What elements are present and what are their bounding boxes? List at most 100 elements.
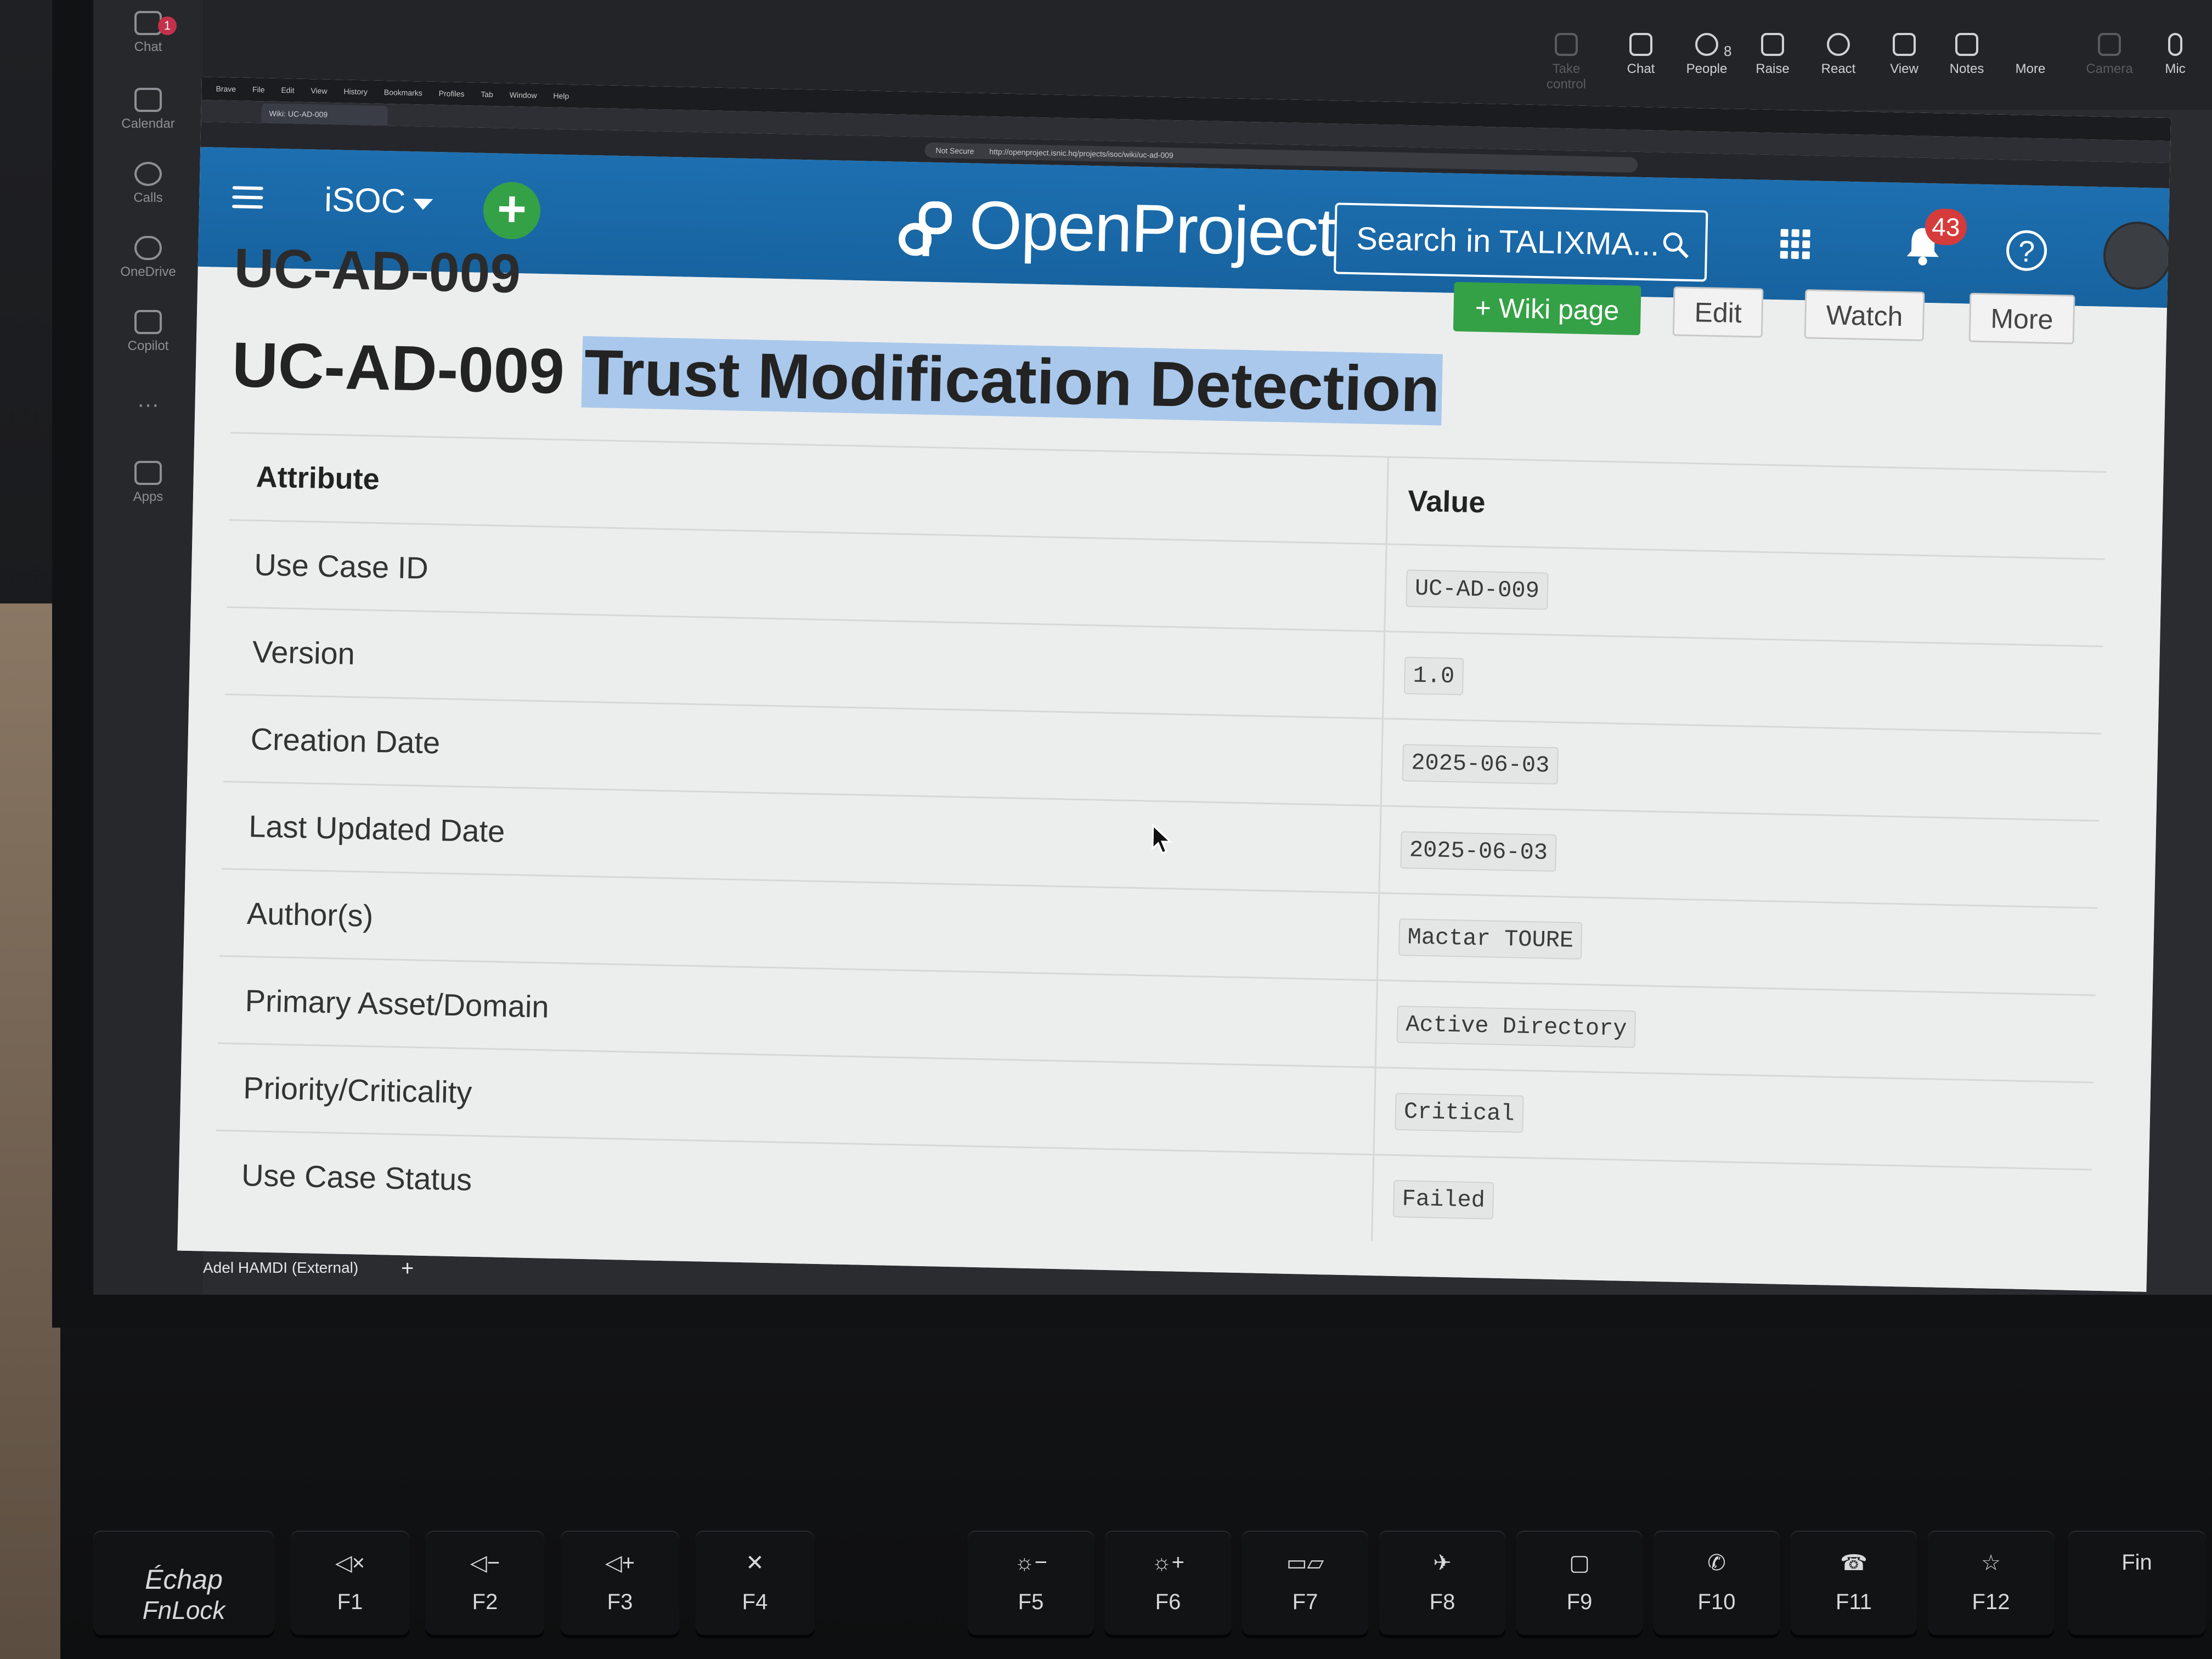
raise-hand-button[interactable]: Raise xyxy=(1742,33,1803,77)
key-f7[interactable]: ▭▱ F7 xyxy=(1242,1531,1368,1635)
more-menu-button[interactable]: More xyxy=(1968,292,2075,345)
rail-item-more[interactable]: ··· xyxy=(93,392,203,417)
shared-browser-window: Brave File Edit View History Bookmarks P… xyxy=(177,77,2171,1292)
rail-item-label: Chat xyxy=(134,40,162,54)
rail-item-onedrive[interactable]: OneDrive xyxy=(93,236,203,280)
key-f9[interactable]: ▢ F9 xyxy=(1516,1531,1643,1635)
attribute-value-cell: 2025-06-03 xyxy=(1381,718,2101,821)
menu-edit[interactable]: Edit xyxy=(281,86,294,95)
take-control-icon xyxy=(1555,33,1578,56)
user-avatar[interactable] xyxy=(2102,221,2171,291)
desk-surface xyxy=(0,603,60,1659)
attribute-value: 1.0 xyxy=(1403,657,1464,696)
key-f10[interactable]: ✆ F10 xyxy=(1654,1531,1780,1635)
attribute-value: Failed xyxy=(1392,1180,1494,1220)
key-f3[interactable]: ◁+ F3 xyxy=(561,1531,679,1635)
key-f2[interactable]: ◁− F2 xyxy=(426,1531,544,1635)
view-button[interactable]: View xyxy=(1874,33,1934,77)
presenter-name: Adel HAMDI (External) xyxy=(203,1259,359,1276)
attribute-value-cell: UC-AD-009 xyxy=(1384,544,2105,647)
menu-history[interactable]: History xyxy=(343,87,368,96)
key-f5[interactable]: ☼− F5 xyxy=(968,1531,1094,1635)
key-f8[interactable]: ✈ F8 xyxy=(1379,1531,1505,1635)
add-wiki-page-button[interactable]: + Wiki page xyxy=(1453,281,1641,336)
attribute-value-cell: Mactar TOURE xyxy=(1377,893,2098,996)
openproject-logo[interactable]: OpenProject xyxy=(895,185,1336,272)
breadcrumb-title: UC-AD-009 xyxy=(233,237,522,305)
search-icon[interactable] xyxy=(1661,230,1690,259)
menu-toggle-icon[interactable] xyxy=(232,186,263,209)
copilot-icon xyxy=(134,310,162,334)
rail-item-label: Copilot xyxy=(127,338,169,353)
security-indicator[interactable]: Not Secure xyxy=(935,146,974,155)
search-placeholder: Search in TALIXMA... xyxy=(1356,221,1660,263)
rail-item-calendar[interactable]: Calendar xyxy=(93,88,203,132)
mouse-cursor-icon xyxy=(1152,824,1173,854)
watch-button[interactable]: Watch xyxy=(1804,289,1925,341)
key-label: F2 xyxy=(472,1590,498,1614)
create-new-button[interactable]: + xyxy=(482,180,541,240)
keyboard-function-row: Échap FnLock ◁× F1 ◁− F2 ◁+ F3 ✕ F4 ☼− F5 ☼+ F… xyxy=(82,1531,2212,1659)
menu-file[interactable]: File xyxy=(252,85,265,94)
chat-button[interactable]: Chat xyxy=(1611,33,1671,77)
key-f1[interactable]: ◁× F1 xyxy=(291,1531,409,1635)
brightness-down-icon: ☼− xyxy=(1014,1550,1048,1575)
menu-view[interactable]: View xyxy=(311,86,327,95)
key-label: Fin xyxy=(2121,1550,2152,1575)
menu-tab[interactable]: Tab xyxy=(481,90,493,99)
view-icon xyxy=(1893,33,1916,56)
add-icon[interactable]: + xyxy=(401,1256,414,1280)
menu-brave[interactable]: Brave xyxy=(216,84,236,94)
attribute-value-cell: Failed xyxy=(1372,1154,2092,1256)
notes-label: Notes xyxy=(1949,61,1984,76)
brightness-up-icon: ☼+ xyxy=(1151,1550,1185,1575)
key-f12[interactable]: ☆ F12 xyxy=(1928,1531,2054,1635)
edit-button[interactable]: Edit xyxy=(1672,286,1764,338)
chat-label: Chat xyxy=(1627,61,1655,76)
mic-mute-icon: ✕ xyxy=(746,1551,764,1575)
rail-item-chat[interactable]: Chat 1 xyxy=(93,11,203,55)
global-search-input[interactable]: Search in TALIXMA... xyxy=(1333,202,1708,282)
menu-help[interactable]: Help xyxy=(553,91,569,100)
modules-grid-icon[interactable] xyxy=(1779,227,1812,261)
react-button[interactable]: React xyxy=(1808,33,1869,77)
take-control-button[interactable]: Take control xyxy=(1536,33,1596,92)
people-button[interactable]: People 8 xyxy=(1677,33,1737,77)
notifications-count-badge[interactable]: 43 xyxy=(1925,208,1967,246)
key-escape[interactable]: Échap FnLock xyxy=(93,1531,274,1635)
volume-down-icon: ◁− xyxy=(470,1551,500,1575)
help-icon[interactable]: ? xyxy=(2006,229,2047,272)
menu-bookmarks[interactable]: Bookmarks xyxy=(384,88,422,97)
menu-profiles[interactable]: Profiles xyxy=(439,89,465,98)
more-button[interactable]: More xyxy=(2000,33,2061,77)
key-f11[interactable]: ☎ F11 xyxy=(1791,1531,1917,1635)
key-f4[interactable]: ✕ F4 xyxy=(696,1531,814,1635)
menu-window[interactable]: Window xyxy=(510,91,537,100)
key-label: F11 xyxy=(1836,1590,1872,1614)
rail-item-copilot[interactable]: Copilot xyxy=(93,310,203,354)
mic-icon xyxy=(2168,33,2182,56)
star-icon: ☆ xyxy=(1981,1551,2001,1575)
wiki-content: UC-AD-009 + Wiki page Edit Watch More UC… xyxy=(177,237,2167,1292)
people-label: People xyxy=(1686,61,1728,76)
title-highlighted-text: Trust Modification Detection xyxy=(581,336,1443,426)
display-switch-icon: ▭▱ xyxy=(1286,1551,1324,1575)
rail-item-calls[interactable]: Calls xyxy=(93,162,203,206)
mic-button[interactable]: Mic xyxy=(2145,33,2205,77)
attribute-value-cell: 1.0 xyxy=(1383,631,2103,734)
notification-icon: ▢ xyxy=(1569,1551,1590,1575)
key-end[interactable]: Fin xyxy=(2068,1531,2205,1635)
camera-button[interactable]: Camera xyxy=(2079,33,2140,77)
chat-icon xyxy=(1629,33,1652,56)
key-label: F8 xyxy=(1429,1590,1455,1614)
key-label: F6 xyxy=(1155,1590,1181,1614)
notes-button[interactable]: Notes xyxy=(1937,33,1997,77)
key-f6[interactable]: ☼+ F6 xyxy=(1105,1531,1231,1635)
camera-label: Camera xyxy=(2086,61,2133,76)
rail-item-label: Calls xyxy=(133,190,163,205)
rail-item-apps[interactable]: Apps xyxy=(93,461,203,505)
more-label: More xyxy=(2015,61,2046,76)
openproject-logo-icon xyxy=(899,201,952,257)
browser-tab[interactable]: Wiki: UC-AD-009 xyxy=(261,103,388,126)
project-selector[interactable]: iSOC xyxy=(324,180,434,222)
